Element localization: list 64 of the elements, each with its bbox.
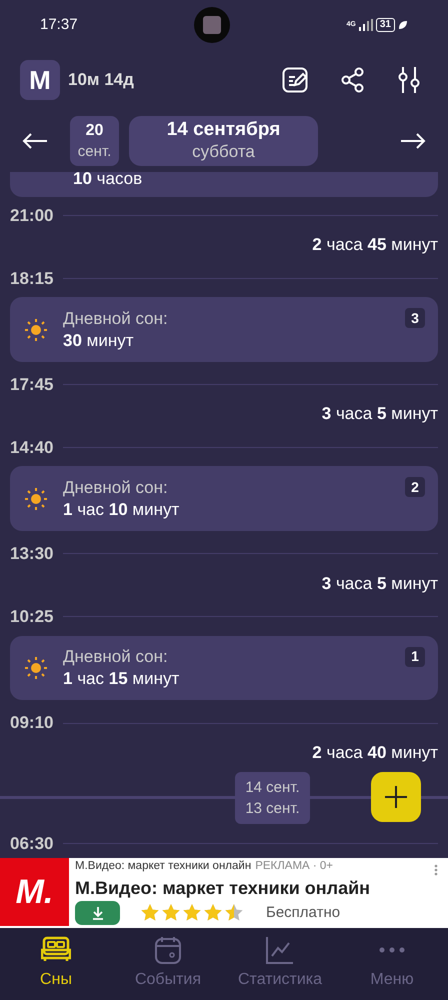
ad-tag: РЕКЛАМА · 0+ [255, 858, 334, 876]
price-label: Бесплатно [266, 902, 340, 923]
time-label: 18:15 [10, 268, 54, 290]
star-icon [140, 903, 160, 923]
time-label: 14:40 [10, 436, 54, 459]
star-icon [224, 903, 244, 923]
avatar[interactable]: М [20, 60, 60, 100]
edit-icon[interactable] [282, 67, 308, 93]
sun-icon [24, 486, 48, 511]
more-icon [379, 947, 405, 953]
current-date-button[interactable]: 14 сентября суббота [129, 116, 318, 166]
star-icon [182, 903, 202, 923]
sun-icon [24, 318, 48, 342]
interval-text: 2 часа 40 минут [312, 742, 438, 764]
nap-card[interactable]: Дневной сон: 30 минут 3 [10, 297, 438, 362]
time-label: 21:00 [10, 204, 54, 227]
clock: 17:37 [40, 14, 78, 35]
day-divider-label: 14 сент. 13 сент. [235, 772, 310, 824]
count-badge: 1 [405, 646, 425, 667]
nap-label: Дневной сон: [63, 646, 169, 668]
time-label: 06:30 [10, 832, 54, 855]
ad-title: М.Видео: маркет техники онлайн [75, 877, 370, 900]
add-button[interactable] [371, 772, 421, 822]
duration-text: 10 часов [73, 172, 142, 188]
star-icon [161, 903, 181, 923]
settings-icon[interactable] [398, 66, 420, 94]
time-label: 13:30 [10, 543, 54, 566]
star-icon [203, 903, 223, 923]
sun-icon [24, 656, 48, 680]
nap-duration: 30 минут [63, 330, 135, 352]
bed-icon [41, 936, 71, 964]
line-chart-icon [265, 936, 295, 964]
camera-icon [194, 7, 230, 43]
battery-indicator: 31 [376, 18, 395, 32]
time-label: 09:10 [10, 712, 54, 734]
ad-banner[interactable]: М. М.Видео: маркет техники онлайн РЕКЛАМА · 0+ М.Видео: маркет техники онлайн Бесплатно [0, 858, 448, 928]
nap-label: Дневной сон: [63, 308, 168, 330]
leaf-icon [398, 20, 408, 30]
plus-icon [385, 786, 407, 808]
nap-duration: 1 час 10 минут [63, 498, 180, 521]
ad-logo: М. [0, 858, 69, 926]
age-label: 10м 14д [68, 69, 134, 92]
interval-text: 3 часа 5 минут [322, 403, 438, 426]
download-button[interactable] [75, 901, 120, 925]
nap-duration: 1 час 15 минут [63, 668, 180, 690]
nap-label: Дневной сон: [63, 476, 169, 499]
ad-source: М.Видео: маркет техники онлайн [75, 858, 252, 874]
calendar-icon [153, 936, 183, 964]
share-icon[interactable] [341, 67, 365, 93]
time-label: 10:25 [10, 606, 54, 628]
signal-icon [358, 19, 373, 31]
forward-arrow-icon[interactable] [400, 132, 426, 150]
more-icon[interactable] [434, 864, 438, 876]
count-badge: 3 [405, 308, 425, 328]
nap-card[interactable]: Дневной сон: 1 час 10 минут 2 [10, 466, 438, 532]
time-label: 17:45 [10, 374, 54, 396]
previous-date-button[interactable]: 20 сент. [70, 116, 119, 166]
interval-text: 2 часа 45 минут [312, 234, 438, 256]
interval-text: 3 часа 5 минут [322, 572, 438, 595]
back-arrow-icon[interactable] [22, 132, 48, 150]
nav-tab[interactable]: Сны [0, 928, 112, 1000]
nap-card[interactable]: Дневной сон: 1 час 15 минут 1 [10, 636, 438, 700]
download-icon [92, 906, 104, 920]
count-badge: 2 [405, 477, 425, 498]
